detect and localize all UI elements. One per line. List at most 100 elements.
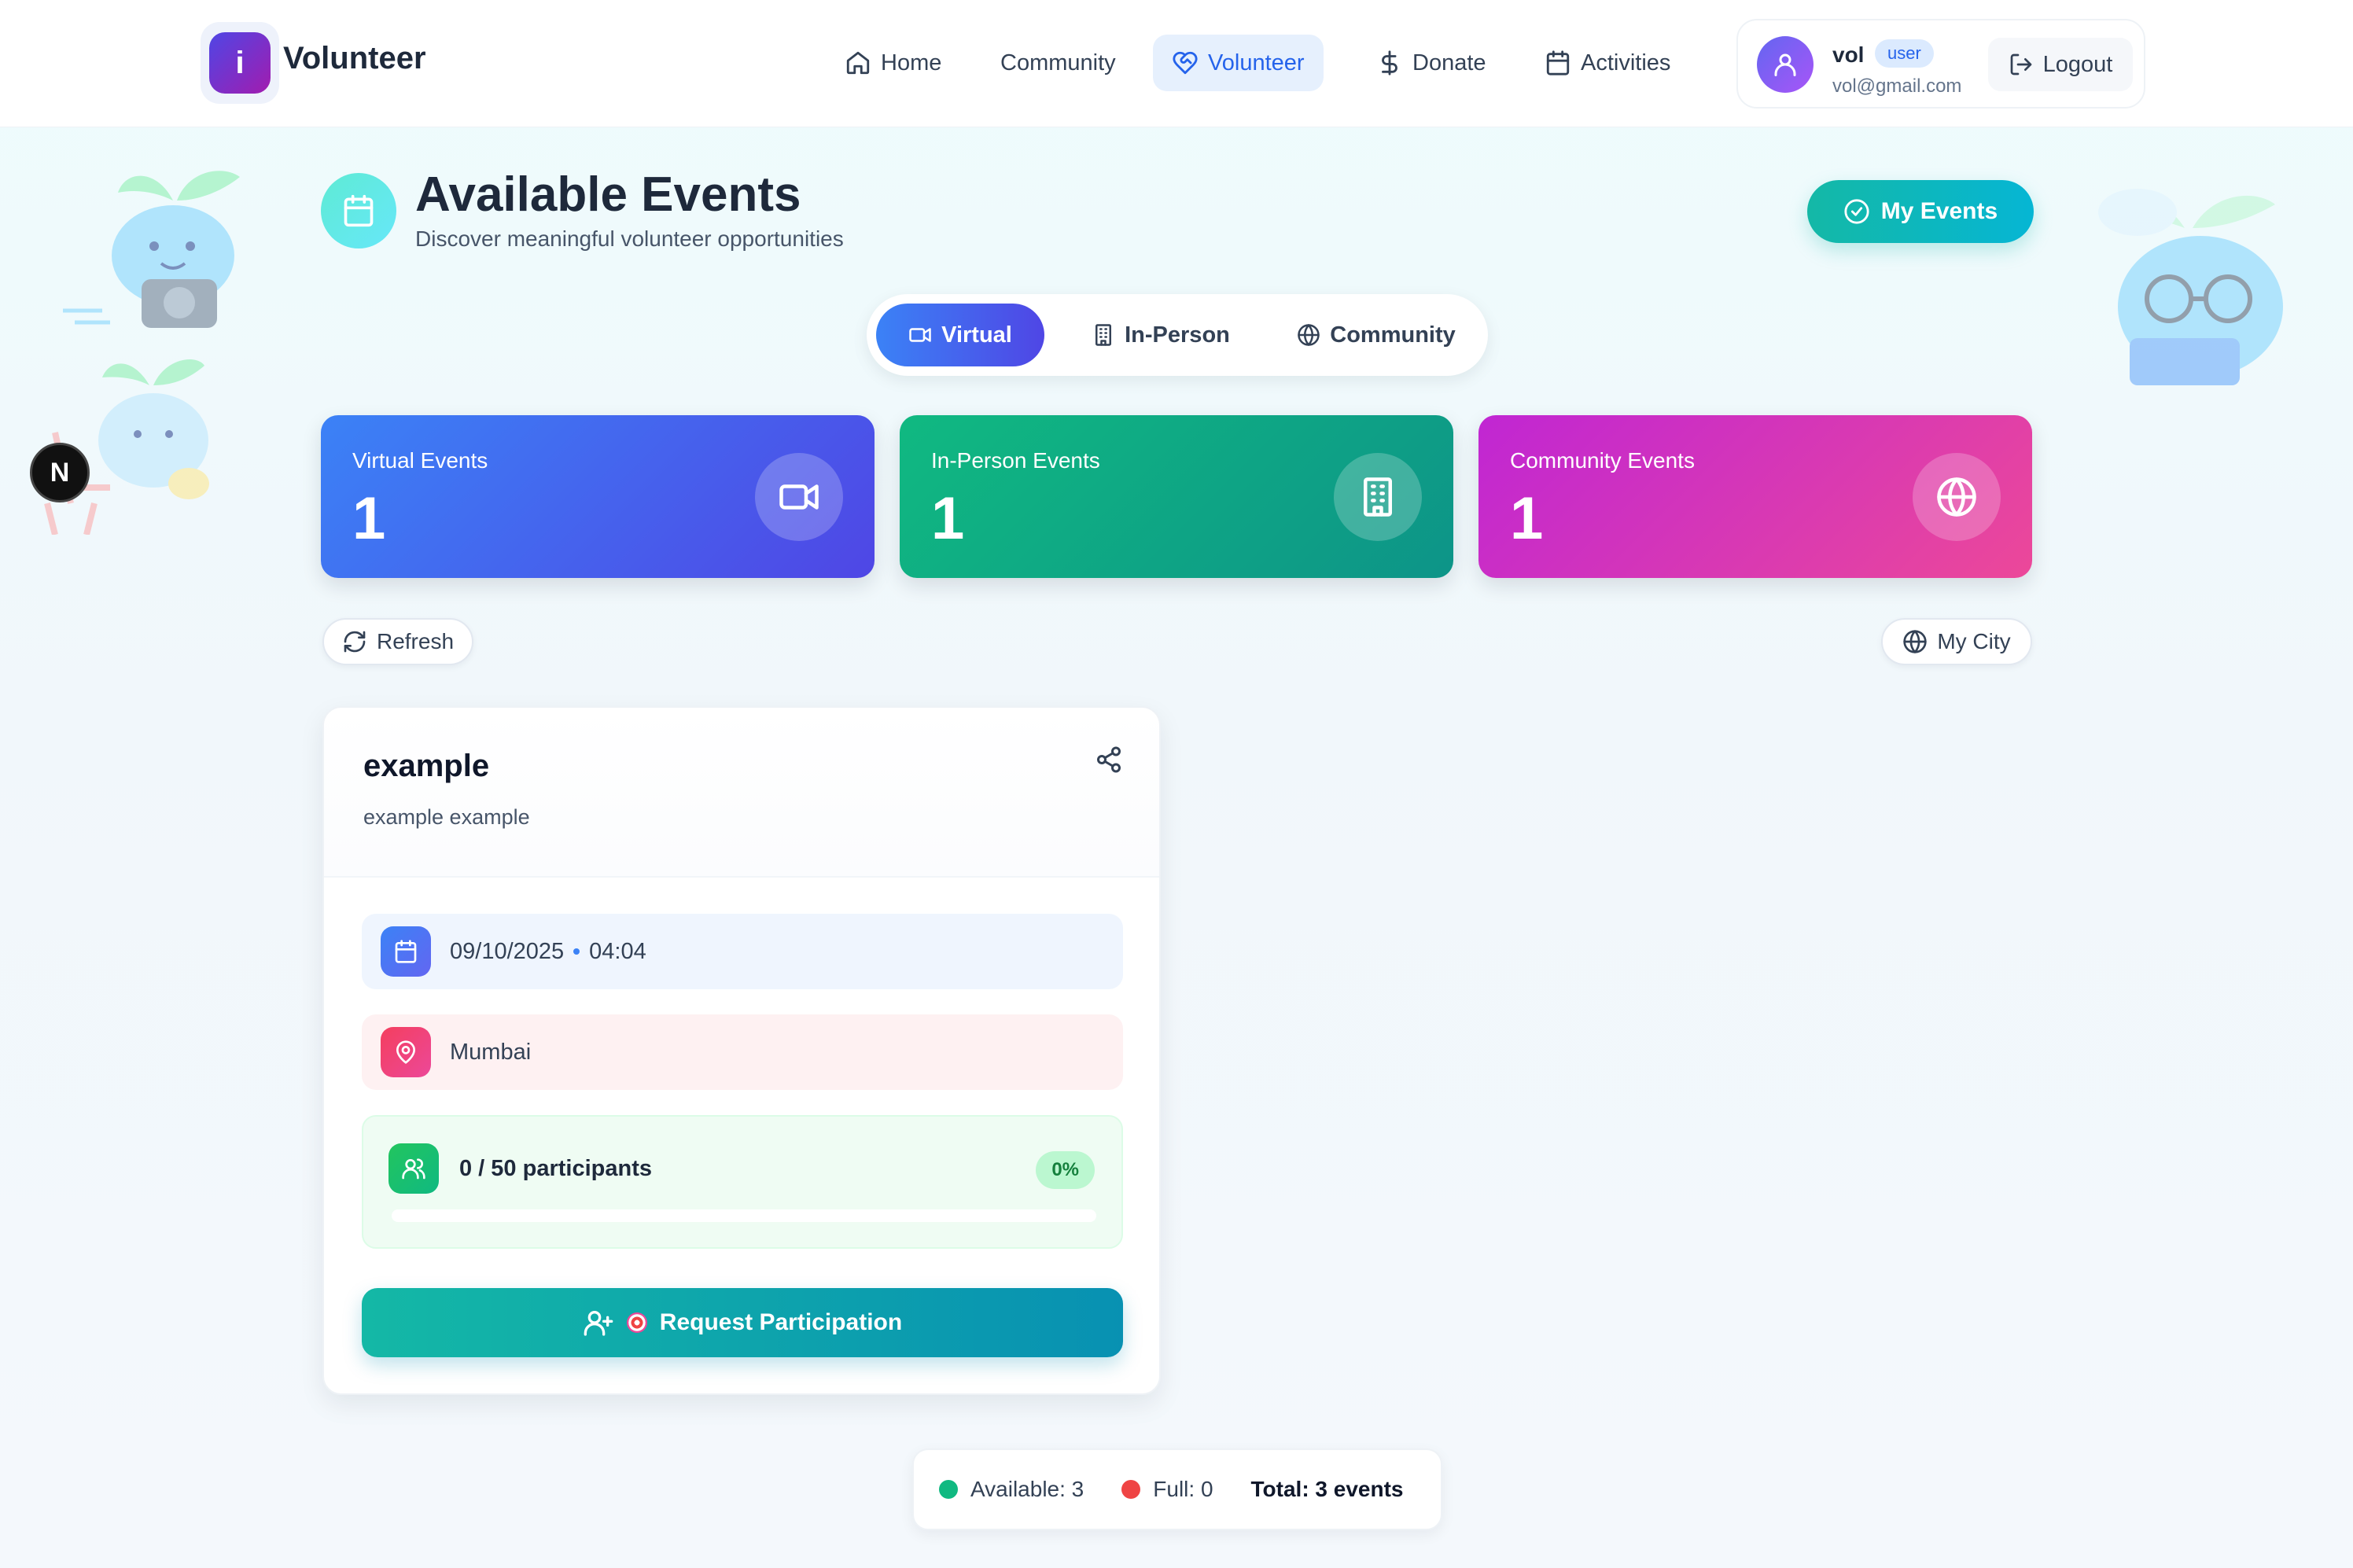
logout-icon — [2010, 53, 2031, 75]
video-icon — [909, 328, 931, 342]
mascot-camera-illustration — [63, 171, 240, 328]
event-title: example — [363, 749, 490, 783]
page-subtitle: Discover meaningful volunteer opportunit… — [415, 226, 844, 251]
nav-home[interactable]: Home — [826, 35, 960, 91]
stat-value: 1 — [352, 485, 386, 552]
avatar[interactable] — [1757, 36, 1814, 93]
summary-available: Available: 3 — [939, 1477, 1084, 1502]
users-icon — [402, 1158, 425, 1180]
top-navbar: i Volunteer Home Community Volunteer Don… — [0, 0, 2353, 127]
event-card-header: example example example — [324, 708, 1159, 878]
nav-volunteer-label: Volunteer — [1208, 50, 1305, 75]
building-icon — [1364, 477, 1392, 517]
request-participation-label: Request Participation — [659, 1309, 903, 1335]
my-city-button[interactable]: My City — [1881, 618, 2032, 665]
target-icon — [626, 1312, 647, 1333]
dev-tools-badge[interactable]: N — [30, 443, 90, 502]
stat-card-in-person: In-Person Events 1 — [900, 415, 1453, 578]
event-datetime: 09/10/2025 04:04 — [450, 939, 646, 965]
nav-community-label: Community — [1000, 50, 1116, 75]
event-datetime-row: 09/10/2025 04:04 — [362, 914, 1123, 989]
stat-label: In-Person Events — [931, 448, 1100, 473]
event-location-row: Mumbai — [362, 1014, 1123, 1090]
summary-available-text: Available: 3 — [970, 1477, 1084, 1501]
event-location: Mumbai — [450, 1039, 532, 1065]
logo[interactable]: i — [201, 22, 279, 104]
user-icon — [1774, 53, 1796, 76]
stat-value: 1 — [931, 485, 965, 552]
video-icon — [779, 484, 819, 510]
full-dot — [1121, 1480, 1141, 1499]
building-icon — [1095, 324, 1112, 346]
globe-icon — [1937, 477, 1976, 517]
tab-virtual-label: Virtual — [941, 322, 1012, 348]
refresh-button[interactable]: Refresh — [322, 618, 473, 665]
refresh-icon — [344, 631, 366, 653]
user-name: vol — [1832, 42, 1865, 67]
tab-community-label: Community — [1330, 322, 1456, 348]
stat-card-community: Community Events 1 — [1478, 415, 2032, 578]
stat-card-virtual: Virtual Events 1 — [321, 415, 875, 578]
nav-donate[interactable]: Donate — [1357, 35, 1505, 91]
info-icon-wrap — [381, 1027, 431, 1077]
tab-in-person-label: In-Person — [1125, 322, 1230, 348]
dollar-icon — [1382, 50, 1397, 75]
summary-full-text: Full: 0 — [1153, 1477, 1213, 1501]
my-city-label: My City — [1937, 629, 2011, 653]
summary-full: Full: 0 — [1121, 1477, 1213, 1502]
mascot-glasses-illustration — [2098, 189, 2283, 385]
event-card: example example example 09/10/2025 04:04… — [322, 706, 1161, 1395]
stat-label: Community Events — [1510, 448, 1695, 473]
nav-donate-label: Donate — [1412, 50, 1486, 75]
participants-progress-bar — [392, 1209, 1096, 1222]
event-type-tabs: Virtual In-Person Community — [867, 294, 1488, 376]
request-participation-button[interactable]: Request Participation — [362, 1288, 1123, 1357]
events-summary: Available: 3 Full: 0 Total: 3 events — [912, 1448, 1442, 1530]
user-plus-icon — [584, 1311, 613, 1336]
tab-in-person[interactable]: In-Person — [1060, 304, 1261, 366]
heart-handshake-icon — [1173, 51, 1198, 75]
map-pin-icon — [396, 1040, 415, 1064]
brand-name[interactable]: Volunteer — [283, 41, 426, 76]
calendar-icon — [395, 940, 417, 963]
participants-box: 0 / 50 participants 0% — [362, 1115, 1123, 1249]
share-icon[interactable] — [1095, 745, 1123, 774]
tab-virtual[interactable]: Virtual — [876, 304, 1044, 366]
stat-label: Virtual Events — [352, 448, 488, 473]
user-menu: vol user vol@gmail.com Logout — [1736, 19, 2145, 109]
globe-icon — [1903, 630, 1927, 653]
event-description: example example — [363, 805, 530, 829]
participants-percent-badge: 0% — [1036, 1151, 1095, 1189]
separator-dot — [573, 948, 580, 955]
stat-value: 1 — [1510, 485, 1544, 552]
refresh-label: Refresh — [376, 629, 455, 653]
tab-community[interactable]: Community — [1276, 304, 1477, 366]
my-events-button[interactable]: My Events — [1807, 180, 2034, 243]
nav-community[interactable]: Community — [981, 35, 1135, 91]
page-title-icon — [321, 173, 396, 248]
summary-total: Total: 3 events — [1250, 1477, 1404, 1501]
user-role-badge: user — [1875, 39, 1934, 68]
event-time: 04:04 — [589, 938, 646, 964]
participants-count: 0 / 50 participants — [459, 1156, 652, 1181]
globe-icon — [1298, 324, 1320, 346]
available-dot — [939, 1480, 958, 1499]
nav-activities-label: Activities — [1581, 50, 1671, 75]
stat-icon-wrap — [755, 453, 843, 541]
nav-home-label: Home — [881, 50, 942, 75]
nav-volunteer[interactable]: Volunteer — [1153, 35, 1324, 91]
calendar-icon — [1546, 50, 1570, 75]
stat-icon-wrap — [1334, 453, 1422, 541]
user-email: vol@gmail.com — [1832, 75, 1962, 97]
check-circle-icon — [1844, 199, 1869, 224]
page-title: Available Events — [415, 167, 801, 222]
calendar-icon — [344, 194, 374, 227]
info-icon-wrap — [388, 1143, 439, 1194]
logo-letter: i — [209, 32, 271, 94]
logout-button[interactable]: Logout — [1988, 38, 2133, 91]
stat-icon-wrap — [1913, 453, 2001, 541]
nav-activities[interactable]: Activities — [1526, 35, 1689, 91]
mascot-painter-illustration — [39, 359, 209, 535]
info-icon-wrap — [381, 926, 431, 977]
logout-label: Logout — [2042, 51, 2113, 77]
